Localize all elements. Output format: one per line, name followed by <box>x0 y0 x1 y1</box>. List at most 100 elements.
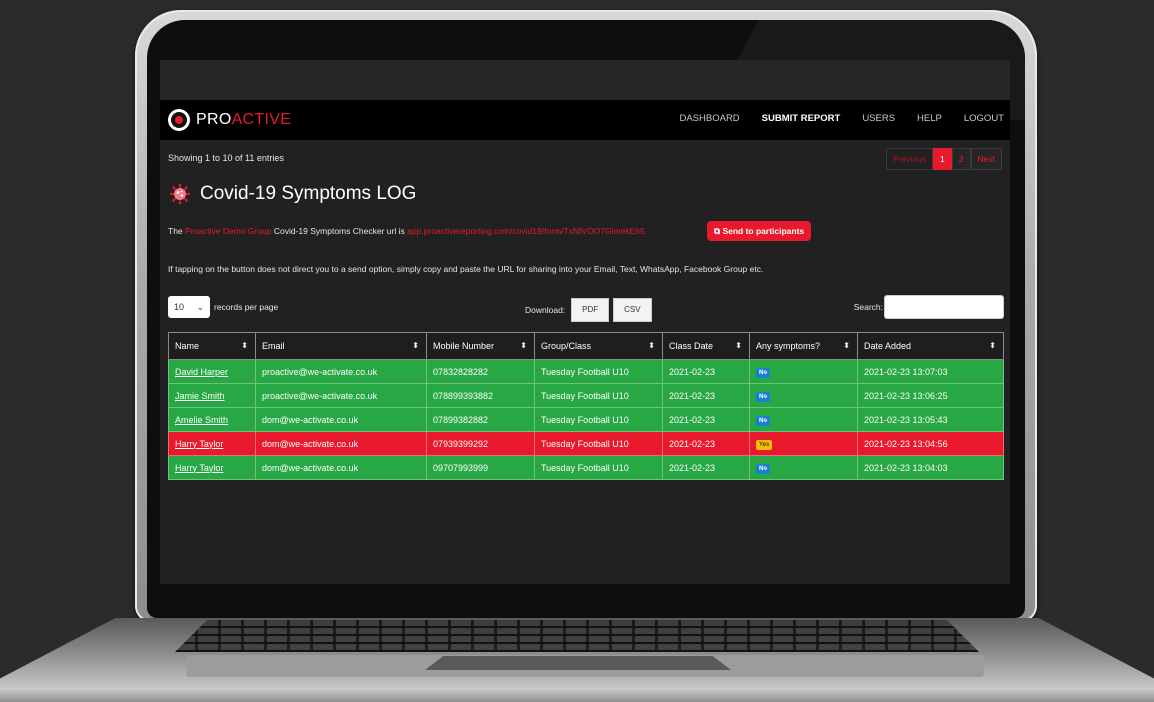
cell-mobile: 07899382882 <box>426 407 535 432</box>
entries-summary: Showing 1 to 10 of 11 entries <box>168 153 284 163</box>
cell-symptoms: No <box>749 407 858 432</box>
symptoms-badge: No <box>756 415 770 426</box>
cell-mobile: 07939399292 <box>426 431 535 456</box>
cell-class-date: 2021-02-23 <box>662 431 750 456</box>
sort-icon: ⬍ <box>520 341 527 350</box>
proactive-eye-icon <box>168 109 190 131</box>
cell-mobile: 09707993999 <box>426 455 535 480</box>
page-length-select[interactable]: 10 ⌄ <box>168 296 210 318</box>
cell-symptoms: No <box>749 359 858 384</box>
table-row: Jamie Smith proactive@we-activate.co.uk 07… <box>168 383 1004 408</box>
column-header-group-class[interactable]: Group/Class ⬍ <box>534 332 663 360</box>
navbar: PROACTIVE DASHBOARD SUBMIT REPORT USERS … <box>160 100 1010 140</box>
nav-links: DASHBOARD SUBMIT REPORT USERS HELP LOGOU… <box>657 113 1004 124</box>
column-header-any-symptoms[interactable]: Any symptoms? ⬍ <box>749 332 858 360</box>
cell-name: Amelie Smith <box>168 407 256 432</box>
cell-mobile: 078899393882 <box>426 383 535 408</box>
participant-name-link[interactable]: Harry Taylor <box>175 463 223 473</box>
nav-submit-report[interactable]: SUBMIT REPORT <box>762 113 841 124</box>
logo-active-text: ACTIVE <box>231 111 292 128</box>
cell-group: Tuesday Football U10 <box>534 431 663 456</box>
cell-name: Jamie Smith <box>168 383 256 408</box>
pagination-page-2[interactable]: 2 <box>951 148 971 170</box>
cell-class-date: 2021-02-23 <box>662 455 750 480</box>
symptoms-badge: Yes <box>756 439 773 450</box>
search-input[interactable] <box>884 295 1004 319</box>
page-length-control: 10 ⌄ records per page <box>168 296 278 318</box>
cell-date-added: 2021-02-23 13:05:43 <box>857 407 1004 432</box>
form-url-info: The Proactive Demo Group Covid-19 Sympto… <box>168 226 645 236</box>
search-control: Search: <box>854 295 1004 319</box>
nav-dashboard[interactable]: DASHBOARD <box>679 113 739 124</box>
cell-email: proactive@we-activate.co.uk <box>255 359 427 384</box>
symptoms-badge: No <box>756 391 770 402</box>
participant-name-link[interactable]: Amelie Smith <box>175 415 228 425</box>
cell-name: Harry Taylor <box>168 431 256 456</box>
cell-symptoms: Yes <box>749 431 858 456</box>
table-row: Harry Taylor dom@we-activate.co.uk 0793939… <box>168 431 1004 456</box>
nav-help[interactable]: HELP <box>917 113 942 124</box>
sort-icon: ⬍ <box>843 341 850 350</box>
pagination-previous[interactable]: Previous <box>885 148 934 170</box>
cell-date-added: 2021-02-23 13:07:03 <box>857 359 1004 384</box>
title-row: Covid-19 Symptoms LOG <box>170 183 416 205</box>
sort-icon: ⬍ <box>989 341 996 350</box>
pagination-next[interactable]: Next <box>970 148 1002 170</box>
symptoms-badge: No <box>756 463 770 474</box>
group-name: Proactive Demo Group <box>185 226 272 236</box>
column-header-class-date[interactable]: Class Date ⬍ <box>662 332 750 360</box>
cell-email: dom@we-activate.co.uk <box>255 455 427 480</box>
sort-icon: ⬍ <box>241 341 248 350</box>
download-controls: Download: PDF CSV <box>525 298 652 322</box>
virus-icon <box>170 184 190 204</box>
logo-pro-text: PRO <box>196 111 232 128</box>
form-url-link[interactable]: app.proactivereporting.com/covid19/form/… <box>407 226 645 236</box>
cell-mobile: 07832828282 <box>426 359 535 384</box>
cell-date-added: 2021-02-23 13:04:56 <box>857 431 1004 456</box>
cell-class-date: 2021-02-23 <box>662 407 750 432</box>
table-body: David Harper proactive@we-activate.co.uk 0… <box>168 359 1004 480</box>
column-header-date-added[interactable]: Date Added ⬍ <box>857 332 1004 360</box>
cell-date-added: 2021-02-23 13:06:25 <box>857 383 1004 408</box>
symptoms-badge: No <box>756 367 770 378</box>
pdf-button[interactable]: PDF <box>571 298 610 322</box>
cell-symptoms: No <box>749 383 858 408</box>
column-header-email[interactable]: Email ⬍ <box>255 332 427 360</box>
table-row: David Harper proactive@we-activate.co.uk 0… <box>168 359 1004 384</box>
participant-name-link[interactable]: Harry Taylor <box>175 439 223 449</box>
column-header-mobile-number[interactable]: Mobile Number ⬍ <box>426 332 535 360</box>
cell-name: David Harper <box>168 359 256 384</box>
sort-icon: ⬍ <box>648 341 655 350</box>
page-title: Covid-19 Symptoms LOG <box>200 183 417 204</box>
logo[interactable]: PROACTIVE <box>168 108 291 132</box>
participant-name-link[interactable]: Jamie Smith <box>175 391 225 401</box>
nav-logout[interactable]: LOGOUT <box>964 113 1004 124</box>
cell-email: dom@we-activate.co.uk <box>255 431 427 456</box>
cell-email: proactive@we-activate.co.uk <box>255 383 427 408</box>
screen: PROACTIVE DASHBOARD SUBMIT REPORT USERS … <box>160 60 1010 584</box>
table-row: Harry Taylor dom@we-activate.co.uk 0970799… <box>168 455 1004 480</box>
nav-users[interactable]: USERS <box>862 113 895 124</box>
cell-email: dom@we-activate.co.uk <box>255 407 427 432</box>
download-label: Download: <box>525 305 566 315</box>
cell-class-date: 2021-02-23 <box>662 359 750 384</box>
sort-icon: ⬍ <box>412 341 419 350</box>
cell-group: Tuesday Football U10 <box>534 359 663 384</box>
cell-group: Tuesday Football U10 <box>534 407 663 432</box>
send-to-participants-button[interactable]: ⧉ Send to participants <box>707 221 812 241</box>
csv-button[interactable]: CSV <box>613 298 652 322</box>
pagination-page-1[interactable]: 1 <box>933 148 952 170</box>
column-header-name[interactable]: Name ⬍ <box>168 332 256 360</box>
cell-class-date: 2021-02-23 <box>662 383 750 408</box>
cell-group: Tuesday Football U10 <box>534 455 663 480</box>
sharing-instructions: If tapping on the button does not direct… <box>168 264 764 274</box>
cell-name: Harry Taylor <box>168 455 256 480</box>
cell-group: Tuesday Football U10 <box>534 383 663 408</box>
pagination: Previous 1 2 Next <box>885 148 1002 170</box>
laptop-notch <box>425 656 731 670</box>
share-icon: ⧉ <box>714 226 721 236</box>
chevron-down-icon: ⌄ <box>196 301 204 312</box>
participant-name-link[interactable]: David Harper <box>175 367 228 377</box>
cell-symptoms: No <box>749 455 858 480</box>
records-per-page-label: records per page <box>214 302 279 312</box>
